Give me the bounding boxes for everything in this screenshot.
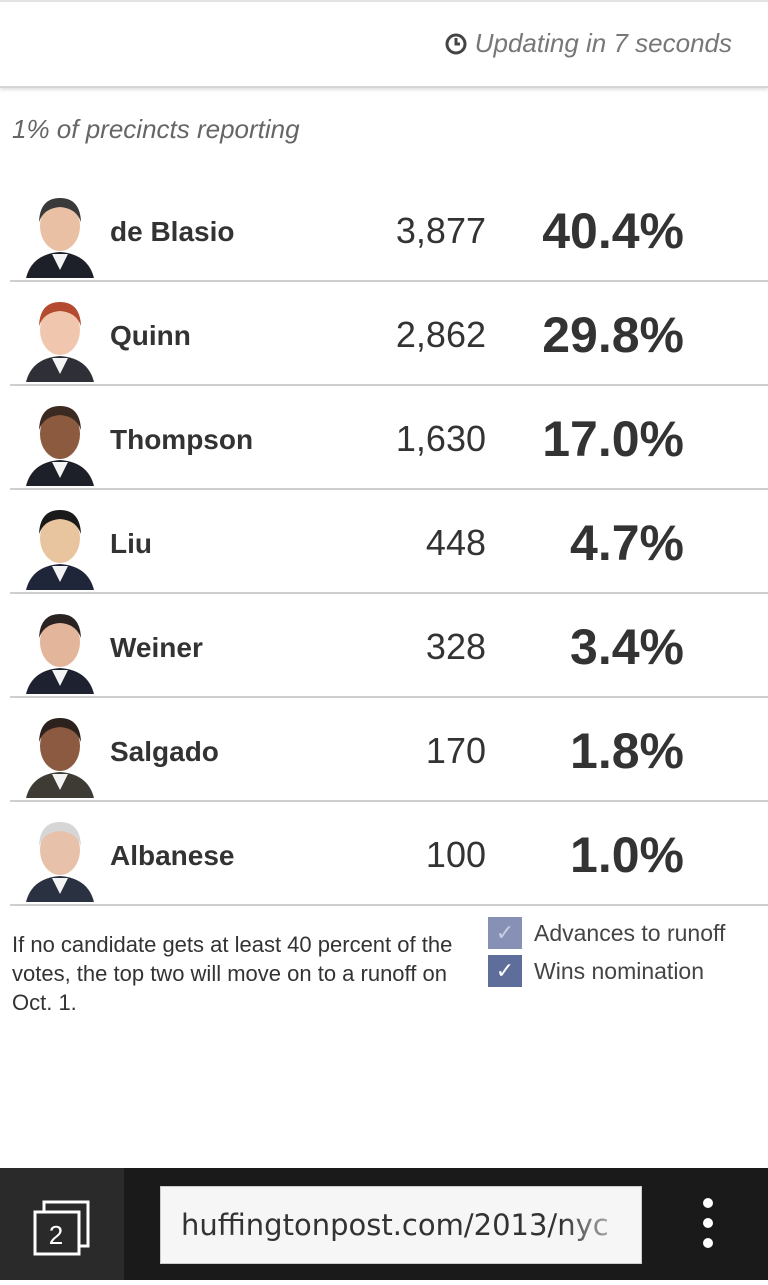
candidate-votes: 2,862 — [395, 314, 486, 355]
legend-wins-label: Wins nomination — [534, 957, 705, 984]
candidate-row: Albanese 100 1.0% — [10, 802, 768, 906]
check-icon: ✓ — [488, 917, 522, 949]
candidate-votes: 328 — [425, 626, 486, 667]
candidate-percent: 1.8% — [570, 723, 684, 779]
top-bar: Updating in 7 seconds — [0, 0, 768, 88]
candidate-votes: 3,877 — [395, 210, 486, 251]
legend-wins: ✓ Wins nomination — [488, 952, 725, 990]
candidate-photo — [22, 396, 98, 486]
check-icon: ✓ — [488, 955, 522, 987]
candidate-photo — [22, 292, 98, 382]
candidate-name: Albanese — [110, 840, 235, 871]
candidate-percent: 1.0% — [570, 827, 684, 883]
candidate-votes: 1,630 — [395, 418, 486, 459]
url-fade — [561, 1187, 641, 1263]
candidate-name: Liu — [110, 528, 152, 559]
candidate-row: Weiner 328 3.4% — [10, 594, 768, 698]
tab-count: 2 — [49, 1220, 63, 1250]
url-bar[interactable]: huffingtonpost.com/2013/nyc — [160, 1186, 642, 1264]
tabs-icon: 2 — [33, 1200, 90, 1256]
candidate-photo — [22, 708, 98, 798]
candidate-name: Thompson — [110, 424, 254, 455]
browser-toolbar: 2 huffingtonpost.com/2013/nyc — [0, 1168, 768, 1280]
candidate-percent: 17.0% — [542, 411, 684, 467]
candidate-name: Salgado — [110, 736, 219, 767]
candidate-percent: 40.4% — [542, 203, 684, 259]
url-text: huffingtonpost.com/2013/nyc — [181, 1208, 609, 1242]
candidate-name: Weiner — [110, 632, 203, 663]
candidate-row: Salgado 170 1.8% — [10, 698, 768, 802]
legend-advances: ✓ Advances to runoff — [488, 914, 725, 952]
legend-advances-label: Advances to runoff — [534, 919, 726, 946]
candidate-name: de Blasio — [110, 216, 235, 247]
candidate-row: Liu 448 4.7% — [10, 490, 768, 594]
candidate-row: Quinn 2,862 29.8% — [10, 282, 768, 386]
candidate-votes: 170 — [425, 730, 486, 771]
candidate-percent: 4.7% — [570, 515, 684, 571]
candidate-row: Thompson 1,630 17.0% — [10, 386, 768, 490]
candidate-name: Quinn — [110, 320, 191, 351]
candidate-photo — [22, 812, 98, 902]
legend: ✓ Advances to runoff ✓ Wins nomination — [488, 914, 725, 990]
results-list: de Blasio 3,877 40.4% Quinn 2,862 29.8% Thomps… — [10, 178, 768, 906]
precincts-reporting: 1% of precincts reporting — [12, 114, 300, 144]
update-status: Updating in 7 seconds — [445, 28, 732, 59]
overflow-menu-icon[interactable] — [700, 1198, 716, 1254]
candidate-votes: 100 — [425, 834, 486, 875]
clock-icon — [445, 33, 467, 54]
runoff-note: If no candidate gets at least 40 percent… — [12, 932, 453, 1015]
candidate-photo — [22, 500, 98, 590]
candidate-row: de Blasio 3,877 40.4% — [10, 178, 768, 282]
candidate-photo — [22, 188, 98, 278]
tabs-button[interactable]: 2 — [0, 1168, 124, 1280]
candidate-votes: 448 — [425, 522, 486, 563]
candidate-percent: 29.8% — [542, 307, 684, 363]
candidate-photo — [22, 604, 98, 694]
candidate-percent: 3.4% — [570, 619, 684, 675]
updating-text: Updating in 7 seconds — [474, 28, 732, 58]
